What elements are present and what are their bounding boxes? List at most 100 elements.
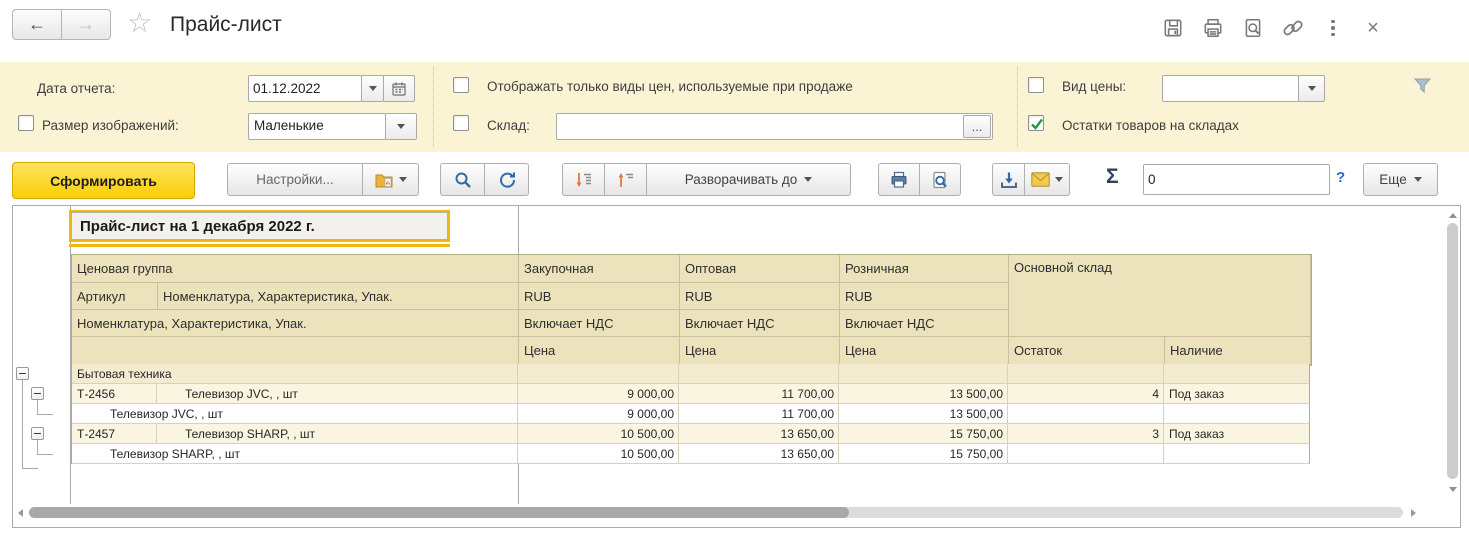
image-size-checkbox[interactable] bbox=[18, 115, 34, 131]
close-icon[interactable]: × bbox=[1362, 17, 1384, 39]
horizontal-scrollbar-thumb[interactable] bbox=[29, 507, 849, 518]
header-wholesale[interactable]: Оптовая bbox=[680, 255, 840, 283]
scroll-down-arrow[interactable] bbox=[1449, 487, 1457, 492]
autosum-icon[interactable]: Σ bbox=[1106, 165, 1119, 189]
cell-nomenclature[interactable]: Телевизор JVC, , шт bbox=[157, 384, 518, 404]
header-stock[interactable]: Остаток bbox=[1009, 337, 1165, 365]
more-actions-button[interactable]: Еще bbox=[1363, 163, 1438, 196]
cell-wholesale[interactable] bbox=[679, 364, 839, 384]
report-variants-button[interactable] bbox=[362, 163, 419, 196]
image-size-combo[interactable]: Маленькие bbox=[248, 113, 386, 140]
scroll-left-arrow[interactable] bbox=[18, 509, 23, 517]
cell-availability[interactable] bbox=[1164, 364, 1310, 384]
cell-availability[interactable] bbox=[1164, 404, 1310, 424]
header-nomenclature-2[interactable]: Номенклатура, Характеристика, Упак. bbox=[72, 310, 519, 337]
filter-settings-icon[interactable] bbox=[1412, 75, 1433, 101]
scroll-right-arrow[interactable] bbox=[1411, 509, 1416, 517]
header-currency[interactable]: RUB bbox=[519, 283, 680, 310]
header-main-warehouse[interactable]: Основной склад bbox=[1009, 255, 1311, 337]
cell-nomenclature[interactable]: Телевизор JVC, , шт bbox=[72, 404, 518, 424]
print-button[interactable] bbox=[878, 163, 920, 196]
cell-purchase[interactable] bbox=[518, 364, 679, 384]
more-menu-icon[interactable] bbox=[1322, 17, 1344, 39]
scroll-up-arrow[interactable] bbox=[1449, 213, 1457, 218]
cell-stock[interactable]: 4 bbox=[1008, 384, 1164, 404]
cell-group-name[interactable]: Бытовая техника bbox=[72, 364, 518, 384]
back-button[interactable]: ← bbox=[12, 9, 62, 40]
collapse-item-box[interactable] bbox=[31, 427, 44, 440]
help-icon[interactable]: ? bbox=[1336, 169, 1345, 186]
cell-stock[interactable] bbox=[1008, 404, 1164, 424]
header-price[interactable]: Цена bbox=[840, 337, 1009, 365]
print-icon[interactable] bbox=[1202, 17, 1224, 39]
collapse-groups-button[interactable] bbox=[604, 163, 647, 196]
price-kind-input[interactable] bbox=[1163, 76, 1298, 101]
forward-button[interactable]: → bbox=[61, 9, 111, 40]
header-nomenclature[interactable]: Номенклатура, Характеристика, Упак. bbox=[158, 283, 519, 310]
generate-button[interactable]: Сформировать bbox=[12, 162, 195, 199]
warehouse-checkbox[interactable] bbox=[453, 115, 469, 131]
cell-availability[interactable]: Под заказ bbox=[1164, 384, 1310, 404]
cell-availability[interactable]: Под заказ bbox=[1164, 424, 1310, 444]
header-price[interactable]: Цена bbox=[680, 337, 840, 365]
cell-availability[interactable] bbox=[1164, 444, 1310, 464]
send-email-button[interactable] bbox=[1024, 163, 1070, 196]
cell-stock[interactable] bbox=[1008, 364, 1164, 384]
header-vat[interactable]: Включает НДС bbox=[680, 310, 840, 337]
collapse-group-box[interactable] bbox=[16, 367, 29, 380]
header-currency[interactable]: RUB bbox=[680, 283, 840, 310]
header-vat[interactable]: Включает НДС bbox=[519, 310, 680, 337]
cell-retail[interactable]: 13 500,00 bbox=[839, 384, 1008, 404]
save-icon[interactable] bbox=[1162, 17, 1184, 39]
cell-retail[interactable]: 15 750,00 bbox=[839, 424, 1008, 444]
cell-stock[interactable]: 3 bbox=[1008, 424, 1164, 444]
price-kind-dropdown-button[interactable] bbox=[1298, 75, 1325, 102]
header-purchase[interactable]: Закупочная bbox=[519, 255, 680, 283]
collapse-item-box[interactable] bbox=[31, 387, 44, 400]
cell-article[interactable]: Т-2456 bbox=[72, 384, 157, 404]
search-next-button[interactable] bbox=[484, 163, 529, 196]
cell-wholesale[interactable]: 13 650,00 bbox=[679, 424, 839, 444]
cell-nomenclature[interactable]: Телевизор SHARP, , шт bbox=[72, 444, 518, 464]
cell-stock[interactable] bbox=[1008, 444, 1164, 464]
warehouse-input[interactable] bbox=[557, 114, 962, 139]
print-preview-button[interactable] bbox=[919, 163, 961, 196]
only-sale-prices-checkbox[interactable] bbox=[453, 77, 469, 93]
expand-to-button[interactable]: Разворачивать до bbox=[646, 163, 851, 196]
get-link-icon[interactable] bbox=[1282, 17, 1304, 39]
save-file-button[interactable] bbox=[992, 163, 1025, 196]
header-price-group[interactable]: Ценовая группа bbox=[72, 255, 519, 283]
cell-retail[interactable]: 15 750,00 bbox=[839, 444, 1008, 464]
autosum-input[interactable] bbox=[1144, 165, 1329, 194]
cell-nomenclature[interactable]: Телевизор SHARP, , шт bbox=[157, 424, 518, 444]
header-availability[interactable]: Наличие bbox=[1165, 337, 1311, 365]
vertical-scrollbar-thumb[interactable] bbox=[1447, 223, 1458, 479]
header-currency[interactable]: RUB bbox=[840, 283, 1009, 310]
cell-article[interactable]: Т-2457 bbox=[72, 424, 157, 444]
report-date-input[interactable] bbox=[249, 76, 361, 101]
warehouse-choose-button[interactable]: ... bbox=[963, 115, 991, 138]
image-size-dropdown-button[interactable] bbox=[385, 113, 417, 140]
settings-button[interactable]: Настройки... bbox=[227, 163, 363, 196]
report-date-calendar-button[interactable] bbox=[383, 75, 415, 102]
search-button[interactable] bbox=[440, 163, 485, 196]
header-vat[interactable]: Включает НДС bbox=[840, 310, 1009, 337]
header-empty[interactable] bbox=[72, 337, 519, 365]
cell-purchase[interactable]: 9 000,00 bbox=[518, 384, 679, 404]
report-title-cell[interactable]: Прайс-лист на 1 декабря 2022 г. bbox=[71, 212, 448, 240]
cell-purchase[interactable]: 9 000,00 bbox=[518, 404, 679, 424]
cell-purchase[interactable]: 10 500,00 bbox=[518, 444, 679, 464]
cell-wholesale[interactable]: 11 700,00 bbox=[679, 384, 839, 404]
cell-retail[interactable] bbox=[839, 364, 1008, 384]
expand-groups-button[interactable] bbox=[562, 163, 605, 196]
cell-retail[interactable]: 13 500,00 bbox=[839, 404, 1008, 424]
header-price[interactable]: Цена bbox=[519, 337, 680, 365]
cell-wholesale[interactable]: 13 650,00 bbox=[679, 444, 839, 464]
preview-icon[interactable] bbox=[1242, 17, 1264, 39]
header-article[interactable]: Артикул bbox=[72, 283, 158, 310]
price-kind-checkbox[interactable] bbox=[1028, 77, 1044, 93]
stock-balances-checkbox[interactable] bbox=[1028, 115, 1044, 131]
cell-wholesale[interactable]: 11 700,00 bbox=[679, 404, 839, 424]
report-date-dropdown-button[interactable] bbox=[361, 75, 384, 102]
favorite-star-icon[interactable]: ☆ bbox=[127, 6, 152, 39]
